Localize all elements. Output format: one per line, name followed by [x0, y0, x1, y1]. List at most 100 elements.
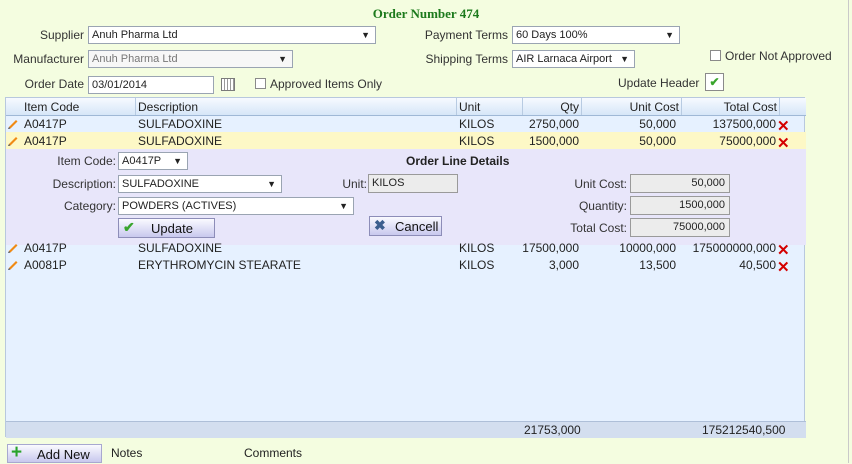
- payment-terms-value: 60 Days 100%: [516, 29, 588, 41]
- notes-tab[interactable]: Notes: [111, 446, 142, 460]
- pencil-icon[interactable]: [7, 134, 19, 146]
- cell-description: ERYTHROMYCIN STEARATE: [138, 258, 301, 272]
- cell-unit-cost: 50,000: [639, 117, 676, 131]
- grid-header: Item Code Description Unit Qty Unit Cost…: [6, 98, 806, 116]
- cell-total-cost: 175000000,000: [692, 241, 776, 255]
- detail-item-code-select[interactable]: A0417P ▼: [118, 152, 188, 170]
- col-item-code[interactable]: Item Code: [24, 100, 79, 114]
- shipping-terms-value: AIR Larnaca Airport: [516, 53, 612, 65]
- chevron-down-icon: ▼: [278, 54, 287, 64]
- order-line-details: Item Code: A0417P ▼ Order Line Details D…: [6, 149, 806, 245]
- table-row[interactable]: A0417P SULFADOXINE KILOS 2750,000 50,000…: [6, 115, 806, 135]
- col-qty[interactable]: Qty: [525, 100, 579, 114]
- detail-category-value: POWDERS (ACTIVES): [122, 200, 237, 212]
- cell-qty: 2750,000: [528, 117, 579, 131]
- calendar-icon[interactable]: [221, 78, 235, 91]
- detail-unit-label: Unit:: [342, 177, 367, 191]
- cell-item-code: A0081P: [24, 258, 67, 272]
- approved-only-label: Approved Items Only: [270, 77, 383, 91]
- detail-total-cost-field[interactable]: 75000,000: [630, 218, 730, 237]
- detail-category-select[interactable]: POWDERS (ACTIVES) ▼: [118, 197, 354, 215]
- chevron-down-icon: ▼: [173, 156, 182, 166]
- order-lines-grid: Item Code Description Unit Qty Unit Cost…: [5, 97, 806, 438]
- detail-unit-field[interactable]: KILOS: [368, 174, 458, 193]
- cell-total-cost: 137500,000: [712, 117, 776, 131]
- detail-item-code-value: A0417P: [122, 155, 162, 167]
- page-right-edge: [848, 0, 849, 463]
- cell-unit: KILOS: [459, 258, 495, 272]
- cell-description: SULFADOXINE: [138, 117, 223, 131]
- add-new-label: Add New: [37, 447, 90, 462]
- cell-qty: 17500,000: [522, 241, 579, 255]
- chevron-down-icon: ▼: [620, 54, 629, 64]
- update-button-label: Update: [151, 221, 193, 236]
- pencil-icon[interactable]: [7, 117, 19, 129]
- cell-total-cost: 40,500: [739, 258, 776, 272]
- not-approved-label: Order Not Approved: [725, 49, 832, 63]
- table-row[interactable]: A0417P SULFADOXINE KILOS 17500,000 10000…: [6, 239, 806, 259]
- manufacturer-label: Manufacturer: [13, 52, 84, 66]
- col-description[interactable]: Description: [138, 100, 198, 114]
- cell-unit: KILOS: [459, 241, 495, 255]
- order-date-input[interactable]: 03/01/2014: [88, 76, 214, 94]
- detail-description-select[interactable]: SULFADOXINE ▼: [118, 175, 282, 193]
- cell-description: SULFADOXINE: [138, 241, 223, 255]
- chevron-down-icon: ▼: [361, 30, 370, 40]
- detail-quantity-field[interactable]: 1500,000: [630, 196, 730, 215]
- supplier-select[interactable]: Anuh Pharma Ltd ▼: [88, 26, 376, 44]
- col-unit-cost[interactable]: Unit Cost: [584, 100, 679, 114]
- detail-heading: Order Line Details: [406, 154, 510, 168]
- col-total-cost[interactable]: Total Cost: [684, 100, 777, 114]
- supplier-value: Anuh Pharma Ltd: [92, 29, 178, 41]
- cell-unit-cost: 10000,000: [619, 241, 676, 255]
- cell-unit: KILOS: [459, 117, 495, 131]
- detail-description-label: Description:: [52, 177, 116, 191]
- payment-terms-label: Payment Terms: [424, 28, 508, 42]
- table-row[interactable]: A0081P ERYTHROMYCIN STEARATE KILOS 3,000…: [6, 256, 806, 276]
- cancel-button[interactable]: ✖ Cancell: [369, 216, 442, 236]
- cost-total: 175212540,500: [702, 423, 786, 437]
- update-button[interactable]: ✔ Update: [118, 218, 215, 238]
- detail-total-cost-label: Total Cost:: [570, 221, 627, 235]
- not-approved-checkbox[interactable]: [710, 50, 721, 61]
- cell-item-code: A0417P: [24, 134, 67, 148]
- detail-description-value: SULFADOXINE: [122, 178, 200, 190]
- checkmark-icon: ✔: [709, 75, 720, 89]
- cell-item-code: A0417P: [24, 241, 67, 255]
- manufacturer-value: Anuh Pharma Ltd: [92, 53, 178, 65]
- approved-only-checkbox[interactable]: [255, 78, 266, 89]
- detail-category-label: Category:: [63, 199, 116, 213]
- plus-icon: +: [11, 442, 23, 463]
- chevron-down-icon: ▼: [665, 30, 674, 40]
- comments-tab[interactable]: Comments: [244, 446, 302, 460]
- chevron-down-icon: ▼: [267, 179, 276, 189]
- manufacturer-select[interactable]: Anuh Pharma Ltd ▼: [88, 50, 293, 68]
- update-header-button[interactable]: ✔: [705, 73, 724, 91]
- update-header-label: Update Header: [618, 76, 700, 90]
- order-date-label: Order Date: [24, 77, 84, 91]
- pencil-icon[interactable]: [7, 241, 19, 253]
- col-unit[interactable]: Unit: [459, 100, 480, 114]
- cancel-x-icon: ✖: [374, 217, 386, 233]
- pencil-icon[interactable]: [7, 258, 19, 270]
- checkmark-icon: ✔: [123, 219, 135, 235]
- add-new-button[interactable]: + Add New: [7, 442, 102, 463]
- cell-item-code: A0417P: [24, 117, 67, 131]
- supplier-label: Supplier: [39, 28, 84, 42]
- cell-qty: 3,000: [548, 258, 579, 272]
- cell-unit: KILOS: [459, 134, 495, 148]
- grid-footer: 21753,000 175212540,500: [6, 421, 806, 438]
- qty-total: 21753,000: [524, 423, 581, 437]
- shipping-terms-select[interactable]: AIR Larnaca Airport ▼: [512, 50, 635, 68]
- cancel-button-label: Cancell: [395, 219, 439, 234]
- table-row-selected[interactable]: A0417P SULFADOXINE KILOS 1500,000 50,000…: [6, 132, 806, 152]
- detail-quantity-label: Quantity:: [578, 199, 627, 213]
- chevron-down-icon: ▼: [339, 201, 348, 211]
- delete-icon[interactable]: ✕: [777, 258, 790, 276]
- detail-unit-cost-field[interactable]: 50,000: [630, 174, 730, 193]
- cell-total-cost: 75000,000: [719, 134, 776, 148]
- payment-terms-select[interactable]: 60 Days 100% ▼: [512, 26, 680, 44]
- cell-unit-cost: 13,500: [639, 258, 676, 272]
- cell-qty: 1500,000: [528, 134, 579, 148]
- cell-description: SULFADOXINE: [138, 134, 223, 148]
